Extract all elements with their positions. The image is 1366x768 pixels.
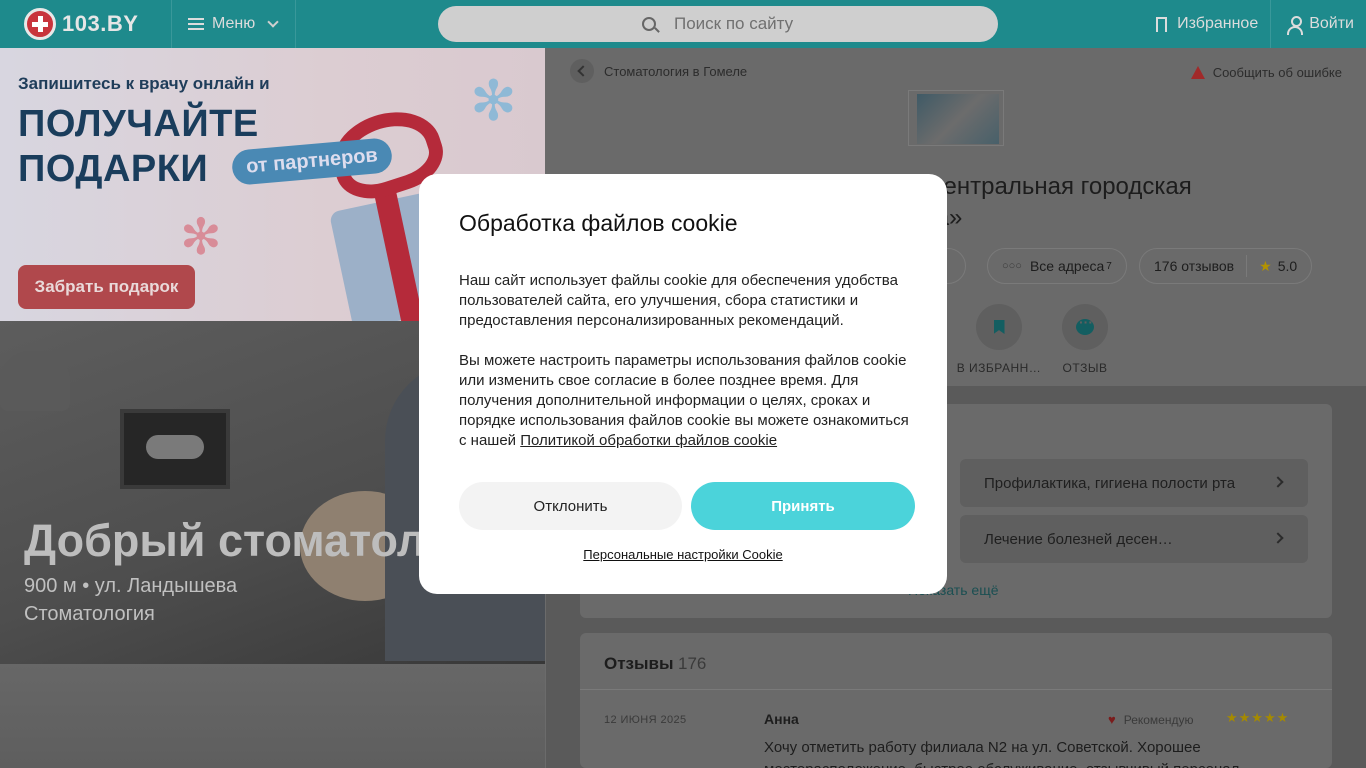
promo-headline-2: ПОДАРКИ	[18, 148, 209, 190]
chip-addresses-count: 7	[1106, 260, 1112, 272]
get-gift-button[interactable]: Забрать подарок	[18, 265, 195, 309]
logo-text: 103.BY	[62, 11, 139, 36]
review-author: Анна	[764, 711, 799, 727]
left-column-filler	[0, 664, 545, 768]
search-bar[interactable]	[438, 6, 998, 42]
reviews-count: 176	[678, 654, 707, 673]
header-actions: Избранное Войти	[1156, 0, 1366, 48]
divider	[580, 689, 1332, 690]
accept-button[interactable]: Принять	[691, 482, 915, 530]
cookie-settings-link[interactable]: Персональные настройки Cookie	[419, 547, 947, 562]
service-item-label: Лечение болезней десен…	[984, 530, 1173, 548]
promo-headline-1: ПОЛУЧАЙТЕ	[18, 103, 259, 145]
logo-cross-icon	[24, 8, 56, 40]
chevron-right-icon	[1272, 532, 1284, 544]
menu-button[interactable]: Меню	[172, 0, 296, 48]
review-text: Хочу отметить работу филиала N2 на ул. С…	[764, 739, 1239, 768]
chip-all-addresses[interactable]: ○○○ Все адреса 7	[987, 248, 1127, 284]
chevron-right-icon	[1272, 476, 1284, 488]
add-to-favorites-action[interactable]: В ИЗБРАНН…	[956, 304, 1042, 375]
reviews-card: Отзывы 176 12 ИЮНЯ 2025 Анна ♥ Рекоменду…	[580, 633, 1332, 768]
search-input[interactable]	[674, 14, 914, 34]
review-date: 12 ИЮНЯ 2025	[604, 714, 687, 726]
photo-card-category: Стоматология	[24, 603, 155, 625]
write-review-label: ОТЗЫВ	[1062, 361, 1108, 375]
write-review-action[interactable]: ОТЗЫВ	[1045, 304, 1125, 375]
chip-rating-value: 5.0	[1277, 258, 1298, 274]
cookie-dialog-text-2: Вы можете настроить параметры использова…	[459, 351, 915, 451]
review-circle[interactable]	[1062, 304, 1108, 350]
dental-lamp-image	[0, 351, 70, 411]
heart-icon: ♥	[1108, 712, 1116, 727]
logo[interactable]: 103.BY	[0, 0, 172, 48]
clinic-thumbnail-image	[917, 94, 999, 144]
service-item[interactable]: Профилактика, гигиена полости рта	[960, 459, 1308, 507]
chevron-down-icon	[267, 16, 279, 28]
back-arrow-icon[interactable]	[570, 59, 594, 83]
promo-subtitle: Запишитесь к врачу онлайн и	[18, 74, 270, 93]
breadcrumb[interactable]: Стоматология в Гомеле	[570, 59, 747, 83]
review-recommend-badge: ♥ Рекомендую	[1108, 712, 1193, 727]
review-recommend-label: Рекомендую	[1123, 712, 1194, 727]
decline-button[interactable]: Отклонить	[459, 482, 682, 530]
report-error-link[interactable]: Сообщить об ошибке	[1190, 65, 1342, 80]
chip-reviews-label: 176 отзывов	[1154, 258, 1235, 274]
login-link[interactable]: Войти	[1271, 15, 1366, 35]
site-header: 103.BY Меню Избранное Войти	[0, 0, 1366, 48]
search-icon	[642, 17, 656, 31]
photo-card-address: 900 м • ул. Ландышева	[24, 575, 238, 597]
monitor-image	[120, 409, 230, 489]
user-icon	[1287, 15, 1304, 35]
snowflake-icon: ✻	[470, 69, 517, 132]
cookie-dialog-text-1: Наш сайт использует файлы cookie для обе…	[459, 272, 898, 329]
snowflake-icon: ✻	[180, 209, 222, 265]
star-icon: ★	[1259, 257, 1272, 274]
menu-label: Меню	[212, 15, 256, 32]
bookmark-icon	[1156, 16, 1168, 32]
add-to-favorites-label: В ИЗБРАНН…	[956, 361, 1042, 375]
cookie-dialog-title: Обработка файлов cookie	[459, 210, 738, 236]
bookmark-circle[interactable]	[976, 304, 1022, 350]
review-stars: ★★★★★	[1226, 710, 1290, 725]
bookmark-icon	[993, 320, 1005, 334]
login-label: Войти	[1309, 15, 1354, 32]
favorites-label: Избранное	[1177, 15, 1259, 32]
report-error-label: Сообщить об ошибке	[1212, 65, 1342, 80]
menu-burger-icon	[188, 18, 204, 30]
breadcrumb-label[interactable]: Стоматология в Гомеле	[604, 64, 747, 79]
cookie-consent-dialog: Обработка файлов cookie Наш сайт использ…	[419, 174, 947, 594]
favorites-link[interactable]: Избранное	[1156, 0, 1272, 48]
clinic-thumbnail[interactable]	[908, 90, 1004, 146]
service-item-label: Профилактика, гигиена полости рта	[984, 474, 1236, 492]
service-item[interactable]: Лечение болезней десен…	[960, 515, 1308, 563]
chip-divider	[1246, 255, 1248, 277]
chip-reviews[interactable]: 176 отзывов ★ 5.0	[1139, 248, 1313, 284]
reviews-title: Отзывы	[604, 654, 674, 673]
cookie-policy-link[interactable]: Политикой обработки файлов cookie	[520, 432, 777, 449]
warning-icon	[1190, 66, 1205, 79]
photo-card-title: Добрый стоматол	[24, 515, 426, 566]
chip-addresses-label: Все адреса	[1029, 258, 1105, 274]
dots-icon: ○○○	[1002, 260, 1022, 272]
comment-icon	[1076, 314, 1094, 335]
